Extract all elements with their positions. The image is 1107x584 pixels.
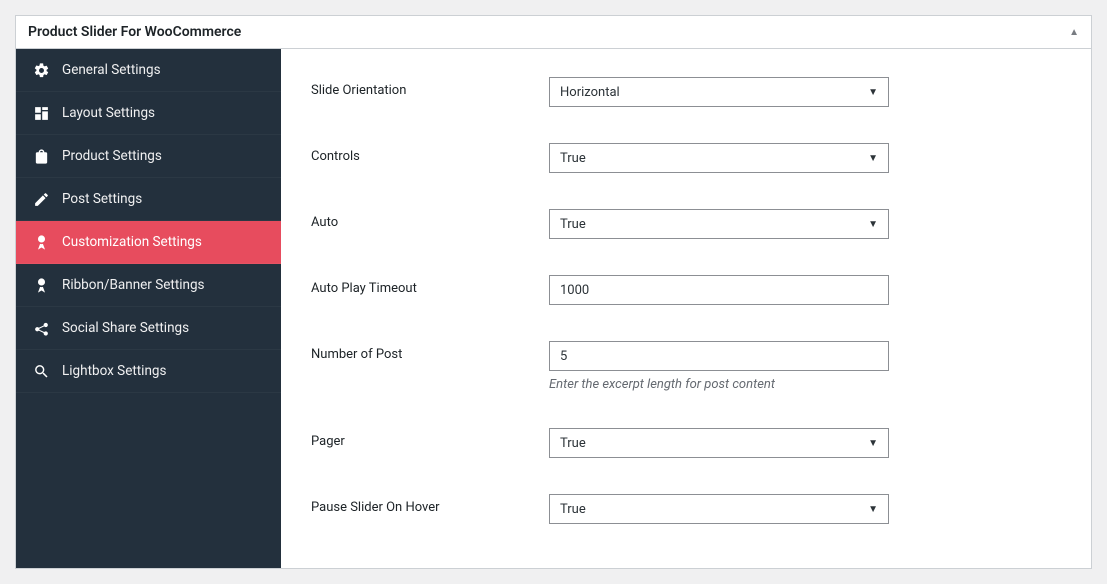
field-controls: Controls True ▼ (311, 125, 1061, 191)
field-number-of-post: Number of Post 5 Enter the excerpt lengt… (311, 323, 1061, 410)
sidebar-item-post[interactable]: Post Settings (16, 178, 281, 221)
chevron-down-icon: ▼ (868, 87, 878, 98)
search-icon (32, 362, 50, 380)
field-slide-orientation: Slide Orientation Horizontal ▼ (311, 59, 1061, 125)
badge-icon (32, 233, 50, 251)
field-label: Pager (311, 428, 549, 449)
auto-play-timeout-input[interactable]: 1000 (549, 275, 889, 305)
pager-select[interactable]: True ▼ (549, 428, 889, 458)
sidebar-item-label: Customization Settings (62, 234, 202, 250)
sidebar-item-customization[interactable]: Customization Settings (16, 221, 281, 264)
field-label: Auto Play Timeout (311, 275, 549, 296)
field-label: Slide Orientation (311, 77, 549, 98)
chevron-down-icon: ▼ (868, 153, 878, 164)
number-of-post-input[interactable]: 5 (549, 341, 889, 371)
field-auto-play-timeout: Auto Play Timeout 1000 (311, 257, 1061, 323)
panel-header[interactable]: Product Slider For WooCommerce ▲ (16, 16, 1091, 49)
select-value: True (560, 436, 586, 451)
slide-orientation-select[interactable]: Horizontal ▼ (549, 77, 889, 107)
sidebar-item-label: General Settings (62, 62, 161, 78)
auto-select[interactable]: True ▼ (549, 209, 889, 239)
sidebar-item-label: Social Share Settings (62, 320, 189, 336)
select-value: Horizontal (560, 85, 620, 100)
share-icon (32, 319, 50, 337)
sidebar-item-label: Layout Settings (62, 105, 155, 121)
field-auto: Auto True ▼ (311, 191, 1061, 257)
sidebar-item-label: Post Settings (62, 191, 142, 207)
field-pause-on-hover: Pause Slider On Hover True ▼ (311, 476, 1061, 542)
sidebar-item-label: Lightbox Settings (62, 363, 166, 379)
panel-title: Product Slider For WooCommerce (28, 24, 241, 40)
field-hint: Enter the excerpt length for post conten… (549, 377, 889, 392)
input-value: 5 (560, 349, 567, 364)
sidebar-item-social[interactable]: Social Share Settings (16, 307, 281, 350)
chevron-down-icon: ▼ (868, 219, 878, 230)
field-label: Controls (311, 143, 549, 164)
field-label: Number of Post (311, 341, 549, 362)
sidebar: General Settings Layout Settings Product… (16, 49, 281, 568)
controls-select[interactable]: True ▼ (549, 143, 889, 173)
chevron-down-icon: ▼ (868, 438, 878, 449)
bag-icon (32, 147, 50, 165)
field-label: Auto (311, 209, 549, 230)
select-value: True (560, 151, 586, 166)
sidebar-item-label: Product Settings (62, 148, 162, 164)
settings-panel: Product Slider For WooCommerce ▲ General… (15, 15, 1092, 569)
sidebar-item-lightbox[interactable]: Lightbox Settings (16, 350, 281, 393)
panel-body: General Settings Layout Settings Product… (16, 49, 1091, 568)
sidebar-item-label: Ribbon/Banner Settings (62, 277, 205, 293)
gear-icon (32, 61, 50, 79)
field-pager: Pager True ▼ (311, 410, 1061, 476)
sidebar-item-product[interactable]: Product Settings (16, 135, 281, 178)
settings-content: Slide Orientation Horizontal ▼ Controls … (281, 49, 1091, 568)
sidebar-item-general[interactable]: General Settings (16, 49, 281, 92)
input-value: 1000 (560, 283, 589, 298)
field-label: Pause Slider On Hover (311, 494, 549, 515)
select-value: True (560, 217, 586, 232)
edit-icon (32, 190, 50, 208)
collapse-icon[interactable]: ▲ (1069, 27, 1079, 38)
sidebar-item-layout[interactable]: Layout Settings (16, 92, 281, 135)
chevron-down-icon: ▼ (868, 504, 878, 515)
layout-icon (32, 104, 50, 122)
pause-on-hover-select[interactable]: True ▼ (549, 494, 889, 524)
sidebar-item-ribbon[interactable]: Ribbon/Banner Settings (16, 264, 281, 307)
select-value: True (560, 502, 586, 517)
ribbon-icon (32, 276, 50, 294)
